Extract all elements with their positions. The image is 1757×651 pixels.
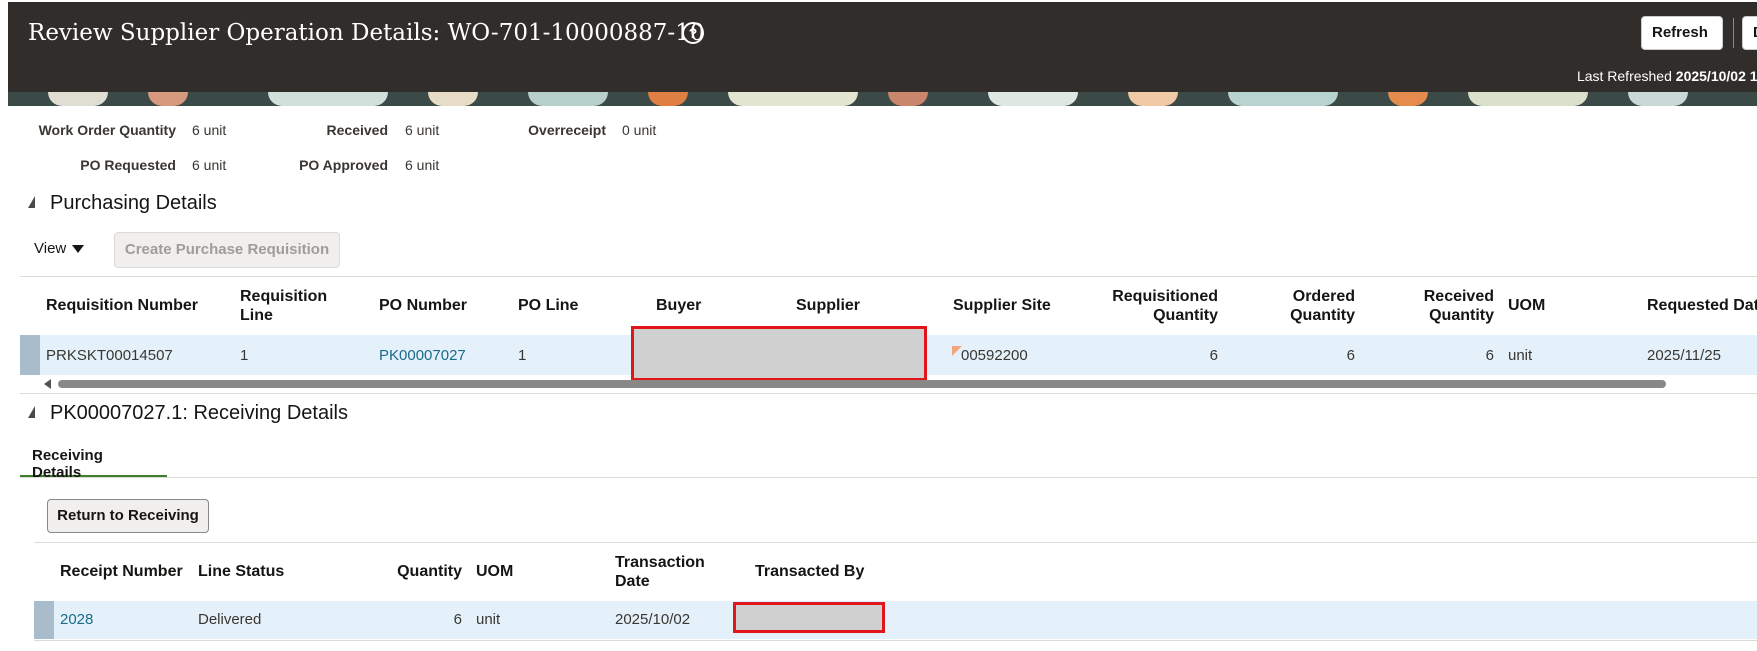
page-header: Review Supplier Operation Details: WO-70…	[8, 2, 1757, 92]
cell-supplier-site: 00592200	[961, 347, 1028, 364]
col-ordered-quantity-2: Quantity	[1290, 307, 1355, 324]
cell-line-status: Delivered	[198, 611, 262, 628]
header-separator	[1733, 18, 1734, 48]
page: Review Supplier Operation Details: WO-70…	[0, 0, 1757, 651]
po-approved-label: PO Approved	[299, 157, 388, 173]
po-requested-label: PO Requested	[80, 157, 176, 173]
col-line-status[interactable]: Line Status	[198, 562, 284, 581]
received-value: 6 unit	[405, 122, 440, 138]
scrollbar-thumb[interactable]	[58, 380, 1666, 388]
cell-received-quantity: 6	[1485, 347, 1494, 364]
cell-transaction-date: 2025/10/02	[615, 611, 691, 628]
col-received-quantity-2: Quantity	[1429, 307, 1494, 324]
po-approved-value: 6 unit	[405, 157, 440, 173]
caret-down-icon	[72, 245, 85, 254]
cell-requisition-number: PRKSKT00014507	[46, 347, 173, 364]
col-transaction-date[interactable]: Transaction Date	[615, 553, 705, 591]
col-receipt-number[interactable]: Receipt Number	[60, 562, 183, 581]
cell-ordered-quantity: 6	[1346, 347, 1355, 364]
last-refreshed-value: 2025/10/02 11:3	[1675, 68, 1757, 84]
col-buyer[interactable]: Buyer	[656, 296, 701, 315]
col-supplier[interactable]: Supplier	[796, 296, 860, 315]
collapse-triangle-icon[interactable]	[28, 406, 35, 418]
cell-receiving-uom: unit	[476, 611, 501, 628]
redacted-transacted-by	[733, 602, 885, 633]
overreceipt-label: Overreceipt	[528, 122, 606, 138]
view-menu[interactable]: View	[34, 240, 85, 257]
received-label: Received	[326, 122, 388, 138]
row-selection-handle[interactable]	[34, 601, 54, 639]
col-transaction-date-1: Transaction	[615, 554, 705, 571]
view-menu-label: View	[34, 240, 67, 257]
col-requisitioned-quantity-1: Requisitioned	[1112, 288, 1218, 305]
col-quantity[interactable]: Quantity	[380, 562, 462, 581]
cell-quantity: 6	[453, 611, 462, 628]
tab-receiving-details[interactable]: Receiving Details	[20, 440, 167, 481]
col-po-number[interactable]: PO Number	[379, 296, 467, 315]
col-receiving-uom[interactable]: UOM	[476, 562, 513, 581]
collapse-triangle-icon[interactable]	[28, 196, 35, 208]
last-refreshed-label: Last Refreshed	[1576, 68, 1672, 84]
col-requisition-number[interactable]: Requisition Number	[46, 296, 198, 315]
redacted-buyer-supplier	[631, 326, 927, 381]
col-transacted-by[interactable]: Transacted By	[755, 562, 864, 581]
po-number-link[interactable]: PK00007027	[379, 347, 466, 364]
col-requisition-line[interactable]: Requisition Line	[240, 287, 327, 325]
col-received-quantity-1: Received	[1423, 288, 1494, 305]
col-requested-date[interactable]: Requested Date	[1647, 296, 1757, 315]
work-order-quantity-value: 6 unit	[192, 122, 227, 138]
work-order-quantity-label: Work Order Quantity	[38, 122, 176, 138]
help-icon[interactable]: ?	[682, 22, 704, 44]
col-ordered-quantity[interactable]: Ordered Quantity	[1240, 287, 1355, 325]
receipt-number-link[interactable]: 2028	[60, 611, 93, 628]
done-button[interactable]: Done	[1742, 16, 1757, 50]
purchasing-table-bottom-border	[20, 393, 1757, 394]
col-po-line[interactable]: PO Line	[518, 296, 578, 315]
po-requested-value: 6 unit	[192, 157, 227, 173]
last-refreshed: Last Refreshed 2025/10/02 11:3	[1577, 68, 1757, 84]
cell-po-line: 1	[518, 347, 527, 364]
col-transaction-date-2: Date	[615, 573, 650, 590]
purchasing-table-top-border	[20, 276, 1757, 277]
row-selection-handle[interactable]	[20, 335, 40, 375]
decorative-banner	[8, 92, 1757, 106]
cell-requisitioned-quantity: 6	[1209, 347, 1218, 364]
receiving-table-bottom-border	[34, 640, 1757, 641]
refresh-button[interactable]: Refresh	[1641, 16, 1723, 50]
col-requisitioned-quantity-2: Quantity	[1153, 307, 1218, 324]
scroll-left-arrow-icon[interactable]	[44, 379, 51, 389]
cell-uom: unit	[1508, 347, 1533, 364]
receiving-table-row[interactable]	[34, 601, 1757, 639]
col-requisition-line-2: Line	[240, 307, 273, 324]
create-purchase-requisition-button[interactable]: Create Purchase Requisition	[114, 232, 340, 268]
purchasing-details-title: Purchasing Details	[50, 192, 217, 214]
col-received-quantity[interactable]: Received Quantity	[1380, 287, 1494, 325]
cell-requested-date: 2025/11/25	[1647, 347, 1721, 364]
cell-requisition-line: 1	[240, 347, 249, 364]
col-requisitioned-quantity[interactable]: Requisitioned Quantity	[1080, 287, 1218, 325]
col-supplier-site[interactable]: Supplier Site	[953, 296, 1051, 315]
receiving-details-title: PK00007027.1: Receiving Details	[50, 402, 348, 424]
col-requisition-line-1: Requisition	[240, 288, 328, 305]
receiving-table-top-border	[34, 542, 1757, 543]
col-uom[interactable]: UOM	[1508, 296, 1545, 315]
page-title: Review Supplier Operation Details: WO-70…	[28, 20, 705, 46]
overreceipt-value: 0 unit	[622, 122, 657, 138]
col-ordered-quantity-1: Ordered	[1292, 288, 1355, 305]
return-to-receiving-button[interactable]: Return to Receiving	[47, 499, 209, 533]
tab-underline	[20, 477, 1757, 478]
